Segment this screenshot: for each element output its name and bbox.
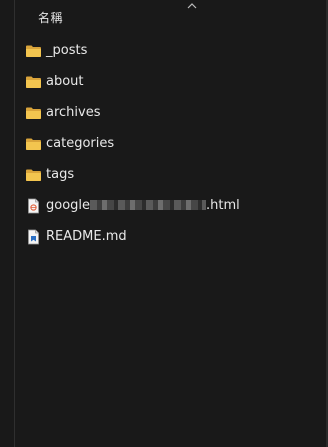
file-list: _posts about archives categories tags go… (15, 36, 320, 253)
list-item[interactable]: README.md (15, 222, 320, 253)
chevron-up-icon[interactable] (185, 1, 199, 11)
item-name: tags (46, 167, 75, 182)
file-explorer-pane: 名稱 _posts about archives categories tags… (0, 0, 328, 447)
navigation-pane-edge (0, 0, 15, 447)
list-item[interactable]: _posts (15, 36, 320, 67)
item-name: about (46, 74, 84, 89)
folder-icon (26, 107, 41, 119)
folder-icon (26, 169, 41, 181)
item-name: google .html (46, 198, 240, 214)
list-item[interactable]: archives (15, 98, 320, 129)
list-item[interactable]: categories (15, 129, 320, 160)
redacted-text-block (90, 200, 207, 210)
folder-icon (26, 45, 41, 57)
file-name-suffix: .html (206, 198, 240, 213)
list-item[interactable]: tags (15, 160, 320, 191)
markdown-file-icon (28, 229, 39, 245)
column-header-row: 名稱 (15, 0, 325, 33)
name-column-header[interactable]: 名稱 (38, 10, 63, 26)
folder-icon (26, 138, 41, 150)
item-name: _posts (46, 43, 88, 58)
item-name: README.md (46, 229, 127, 244)
item-name: archives (46, 105, 101, 120)
file-name-prefix: google (46, 198, 91, 213)
list-item[interactable]: google .html (15, 191, 320, 222)
html-file-icon (28, 198, 39, 214)
folder-icon (26, 76, 41, 88)
item-name: categories (46, 136, 115, 151)
list-item[interactable]: about (15, 67, 320, 98)
